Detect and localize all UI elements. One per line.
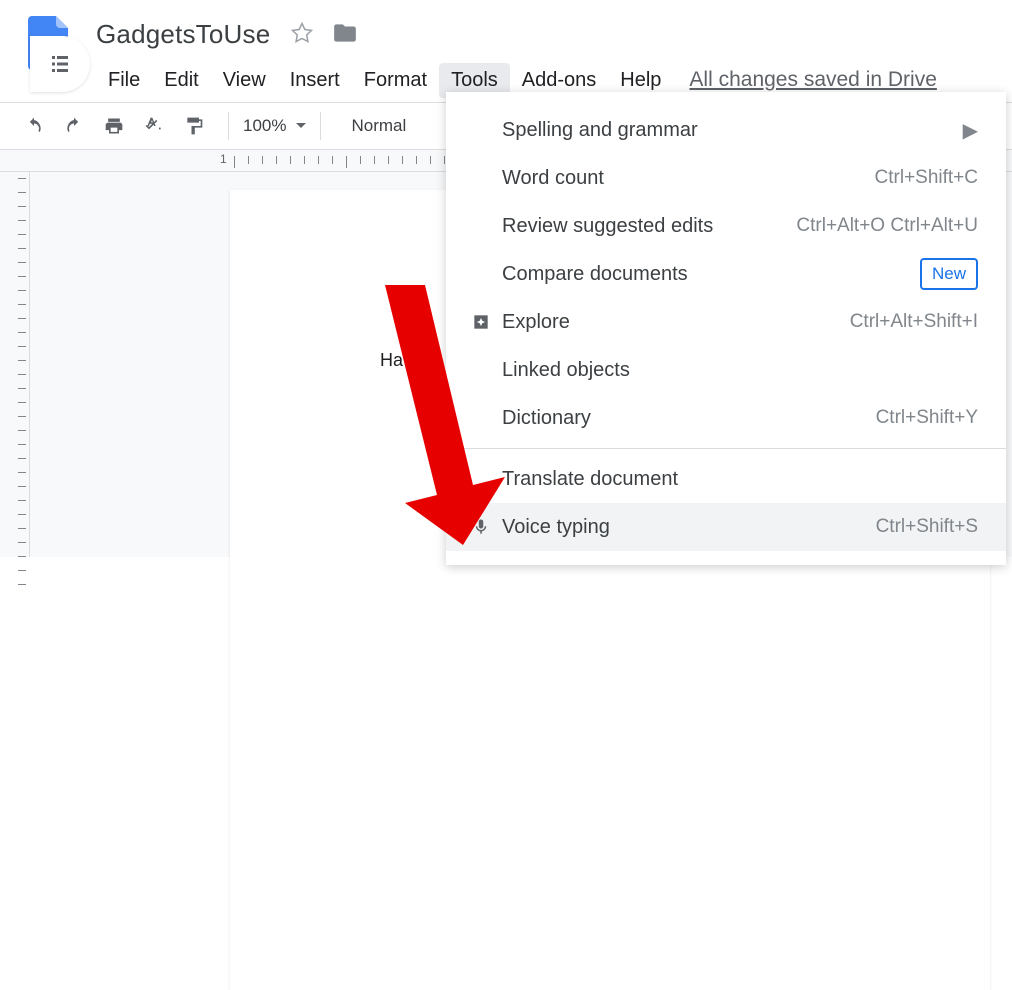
menu-item-label: Linked objects (502, 359, 978, 382)
outline-icon (48, 52, 72, 76)
menu-view[interactable]: View (211, 63, 278, 98)
menu-item-translate-document[interactable]: Translate document (446, 455, 1006, 503)
menu-format[interactable]: Format (352, 63, 439, 98)
menu-shortcut: Ctrl+Shift+S (876, 516, 978, 538)
menu-shortcut: Ctrl+Shift+C (875, 167, 978, 189)
redo-icon[interactable] (60, 112, 88, 140)
save-status[interactable]: All changes saved in Drive (689, 68, 936, 92)
menu-shortcut: Ctrl+Shift+Y (876, 407, 978, 429)
chevron-right-icon: ▶ (963, 118, 978, 143)
chevron-down-icon (296, 121, 306, 131)
menu-item-label: Voice typing (502, 516, 876, 539)
menu-item-label: Word count (502, 167, 875, 190)
menu-insert[interactable]: Insert (278, 63, 352, 98)
vertical-ruler[interactable] (0, 172, 30, 557)
spellcheck-icon[interactable] (140, 112, 168, 140)
menu-item-voice-typing[interactable]: Voice typingCtrl+Shift+S (446, 503, 1006, 551)
menu-shortcut: Ctrl+Alt+O Ctrl+Alt+U (796, 215, 978, 237)
menu-item-label: Compare documents (502, 263, 920, 286)
outline-toggle[interactable] (30, 36, 90, 92)
menu-item-review-suggested-edits[interactable]: Review suggested editsCtrl+Alt+O Ctrl+Al… (446, 202, 1006, 250)
explore-icon (464, 312, 498, 332)
menu-item-linked-objects[interactable]: Linked objects (446, 346, 1006, 394)
menu-item-label: Review suggested edits (502, 215, 796, 238)
menu-item-label: Explore (502, 311, 850, 334)
menu-item-dictionary[interactable]: DictionaryCtrl+Shift+Y (446, 394, 1006, 442)
menu-item-compare-documents[interactable]: Compare documentsNew (446, 250, 1006, 298)
menu-item-word-count[interactable]: Word countCtrl+Shift+C (446, 154, 1006, 202)
menu-item-label: Spelling and grammar (502, 119, 963, 142)
folder-icon[interactable] (332, 20, 358, 49)
menu-item-label: Translate document (502, 468, 978, 491)
page-content: Ha a .. (380, 350, 433, 370)
zoom-value: 100% (243, 116, 286, 136)
new-badge: New (920, 258, 978, 290)
paint-format-icon[interactable] (180, 112, 208, 140)
print-icon[interactable] (100, 112, 128, 140)
tools-menu-dropdown: Spelling and grammar▶Word countCtrl+Shif… (446, 92, 1006, 565)
menu-item-label: Dictionary (502, 407, 876, 430)
menu-shortcut: Ctrl+Alt+Shift+I (850, 311, 978, 333)
menu-edit[interactable]: Edit (152, 63, 210, 98)
document-title[interactable]: GadgetsToUse (96, 19, 270, 50)
mic-icon (464, 518, 498, 536)
paragraph-style[interactable]: Normal (351, 116, 406, 136)
menu-separator (446, 448, 1006, 449)
star-icon[interactable] (290, 21, 314, 48)
zoom-selector[interactable]: 100% (243, 116, 306, 136)
menu-file[interactable]: File (96, 63, 152, 98)
undo-icon[interactable] (20, 112, 48, 140)
menu-item-explore[interactable]: ExploreCtrl+Alt+Shift+I (446, 298, 1006, 346)
ruler-number: 1 (220, 152, 227, 166)
menu-item-spelling-and-grammar[interactable]: Spelling and grammar▶ (446, 106, 1006, 154)
